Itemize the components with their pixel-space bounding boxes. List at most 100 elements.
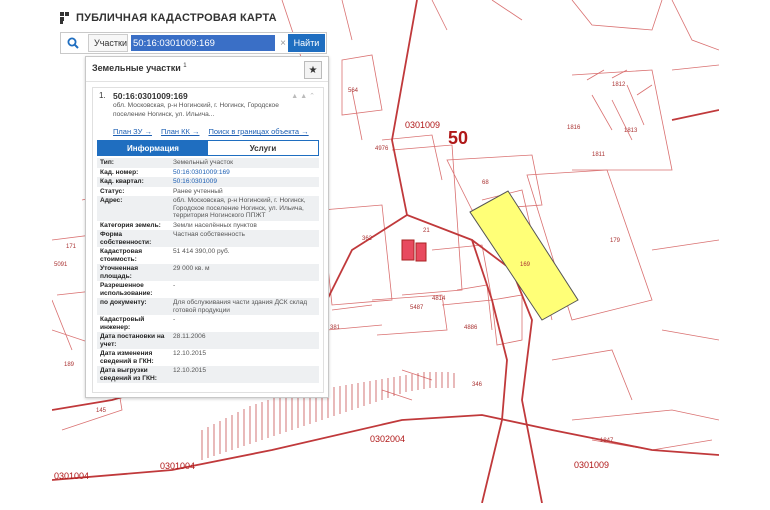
attr-key: Тип: (100, 159, 115, 166)
table-row: Дата выгрузки сведений из ГКН: 12.10.2015 (97, 366, 319, 383)
parcel-label: 362 (362, 236, 373, 242)
parcel-label: 171 (66, 244, 77, 250)
table-row: Дата постановки на учет: 28.11.2006 (97, 332, 319, 349)
panel-title-text: Земельные участки (92, 63, 181, 73)
parcel-label: 564 (348, 88, 359, 94)
find-button[interactable]: Найти (288, 34, 325, 52)
search-results-panel: Земельные участки 1 ★ 1. 50:16:0301009:1… (85, 56, 329, 398)
attr-value: Частная собственность (173, 231, 245, 238)
parcel-label: 346 (472, 382, 483, 388)
attr-key: Кад. номер: (100, 168, 139, 176)
parcel-label: 1813 (624, 128, 638, 134)
parcel-label: 4886 (464, 325, 478, 331)
table-row: Дата изменения сведений в ГКН: 12.10.2015 (97, 349, 319, 366)
parcel-label: 169 (520, 262, 531, 268)
attr-key: Уточненная площадь: (100, 265, 139, 280)
map-label-quarter: 0302004 (370, 434, 406, 444)
attr-value[interactable]: 50:16:0301009:169 (170, 168, 319, 178)
building-shape (401, 239, 415, 261)
parcel-label: 21 (423, 228, 430, 234)
attr-key: Категория земель: (100, 221, 161, 229)
attr-value: обл. Московская, р-н Ногинский, г. Ногин… (173, 197, 306, 219)
table-row: по документу: Для обслуживания части здан… (97, 298, 319, 315)
result-address: обл. Московская, р-н Ногинский, г. Ногин… (113, 102, 279, 118)
object-type-label: Участки (94, 38, 127, 48)
result-number: 1. (99, 91, 106, 100)
parcel-label: 1816 (567, 125, 581, 131)
app-header: ПУБЛИЧНАЯ КАДАСТРОВАЯ КАРТА (60, 8, 277, 28)
table-row: Разрешенное использование: - (97, 281, 319, 298)
logo-icon (60, 12, 69, 24)
attr-value: 29 000 кв. м (173, 265, 210, 272)
attr-key: Дата изменения сведений в ГКН: (100, 350, 154, 365)
parcel-label: 4814 (432, 296, 446, 302)
map-label-district: 50 (448, 128, 469, 148)
panel-header: Земельные участки 1 ★ (86, 57, 328, 82)
attr-value[interactable]: 50:16:0301009 (170, 177, 319, 187)
object-type-select[interactable]: Участки ▼ (88, 34, 138, 52)
result-count: 1 (183, 63, 187, 69)
result-card: 1. 50:16:0301009:169 обл. Московская, р-… (92, 87, 324, 393)
app-title: ПУБЛИЧНАЯ КАДАСТРОВАЯ КАРТА (76, 12, 277, 24)
parcel-label: 381 (330, 325, 341, 331)
map-label-quarter: 0301004 (160, 461, 196, 471)
attr-key: Кадастровая стоимость: (100, 248, 143, 263)
table-row: Кад. квартал: 50:16:0301009 (97, 177, 319, 187)
parcel-label: 179 (610, 238, 621, 244)
table-row: Статус: Ранее учтенный (97, 187, 319, 197)
attr-key: Разрешенное использование: (100, 282, 153, 297)
building-shape (415, 242, 427, 262)
attr-value: Для обслуживания части здания ДСК склад … (173, 299, 308, 314)
attr-key: Форма собственности: (100, 231, 152, 246)
table-row: Форма собственности: Частная собственност… (97, 230, 319, 247)
table-row: Категория земель: Земли населённых пункто… (97, 221, 319, 231)
plan-zu-link[interactable]: План ЗУ → (113, 127, 152, 136)
card-tools-icon[interactable]: ▲▲⌃ (291, 92, 317, 100)
result-tabs: Информация Услуги (97, 140, 319, 156)
tab-services[interactable]: Услуги (208, 141, 318, 155)
attr-key: Дата выгрузки сведений из ГКН: (100, 367, 157, 382)
search-icon[interactable] (61, 33, 85, 53)
table-row: Адрес: обл. Московская, р-н Ногинский, г.… (97, 196, 319, 221)
attr-key: Дата постановки на учет: (100, 333, 165, 348)
attr-value: 12.10.2015 (173, 367, 207, 374)
parcel-label: 5091 (54, 262, 68, 268)
map-label-quarter: 0301009 (574, 460, 610, 470)
attr-key: Адрес: (100, 197, 123, 204)
attribute-table: Тип: Земельный участок Кад. номер: 50:16:0… (97, 158, 319, 383)
tab-info[interactable]: Информация (98, 141, 208, 155)
search-input[interactable] (131, 35, 275, 51)
result-cad-number[interactable]: 50:16:0301009:169 (113, 91, 188, 101)
parcel-label: 189 (64, 362, 75, 368)
table-row: Кадастровая стоимость: 51 414 390,00 руб. (97, 247, 319, 264)
favorite-star-icon[interactable]: ★ (304, 61, 322, 79)
attr-value: - (173, 282, 176, 289)
table-row: Кадастровый инженер: - (97, 315, 319, 332)
plan-kk-link[interactable]: План КК → (161, 127, 200, 136)
parcel-label: 68 (482, 180, 489, 186)
attr-value: Земли населённых пунктов (173, 221, 257, 229)
attr-key: Кад. квартал: (100, 178, 144, 185)
search-in-bounds-link[interactable]: Поиск в границах объекта → (208, 127, 308, 136)
attr-value: 28.11.2006 (173, 333, 206, 340)
parcel-label: 5487 (410, 305, 424, 311)
attr-value: - (173, 316, 176, 323)
parcel-label: 1812 (612, 82, 626, 88)
attr-value: Ранее учтенный (173, 187, 223, 195)
attr-value: 51 414 390,00 руб. (173, 248, 230, 255)
attr-value: Земельный участок (173, 159, 234, 166)
attr-key: по документу: (100, 299, 147, 306)
map-label-quarter: 0301009 (405, 120, 441, 130)
parcel-label: 1847 (600, 438, 614, 444)
parcel-label: 4976 (375, 146, 389, 152)
attr-key: Кадастровый инженер: (100, 316, 145, 331)
map-label-quarter: 0301004 (54, 471, 90, 481)
parcel-label: 1811 (592, 152, 605, 158)
result-links: План ЗУ → План КК → Поиск в границах объ… (113, 127, 323, 136)
attr-key: Статус: (100, 187, 125, 195)
panel-title: Земельные участки 1 (92, 63, 187, 73)
parcel-label: 145 (96, 408, 107, 414)
search-bar: Участки ▼ × Найти (60, 32, 327, 54)
table-row: Кад. номер: 50:16:0301009:169 (97, 168, 319, 178)
table-row: Уточненная площадь: 29 000 кв. м (97, 264, 319, 281)
